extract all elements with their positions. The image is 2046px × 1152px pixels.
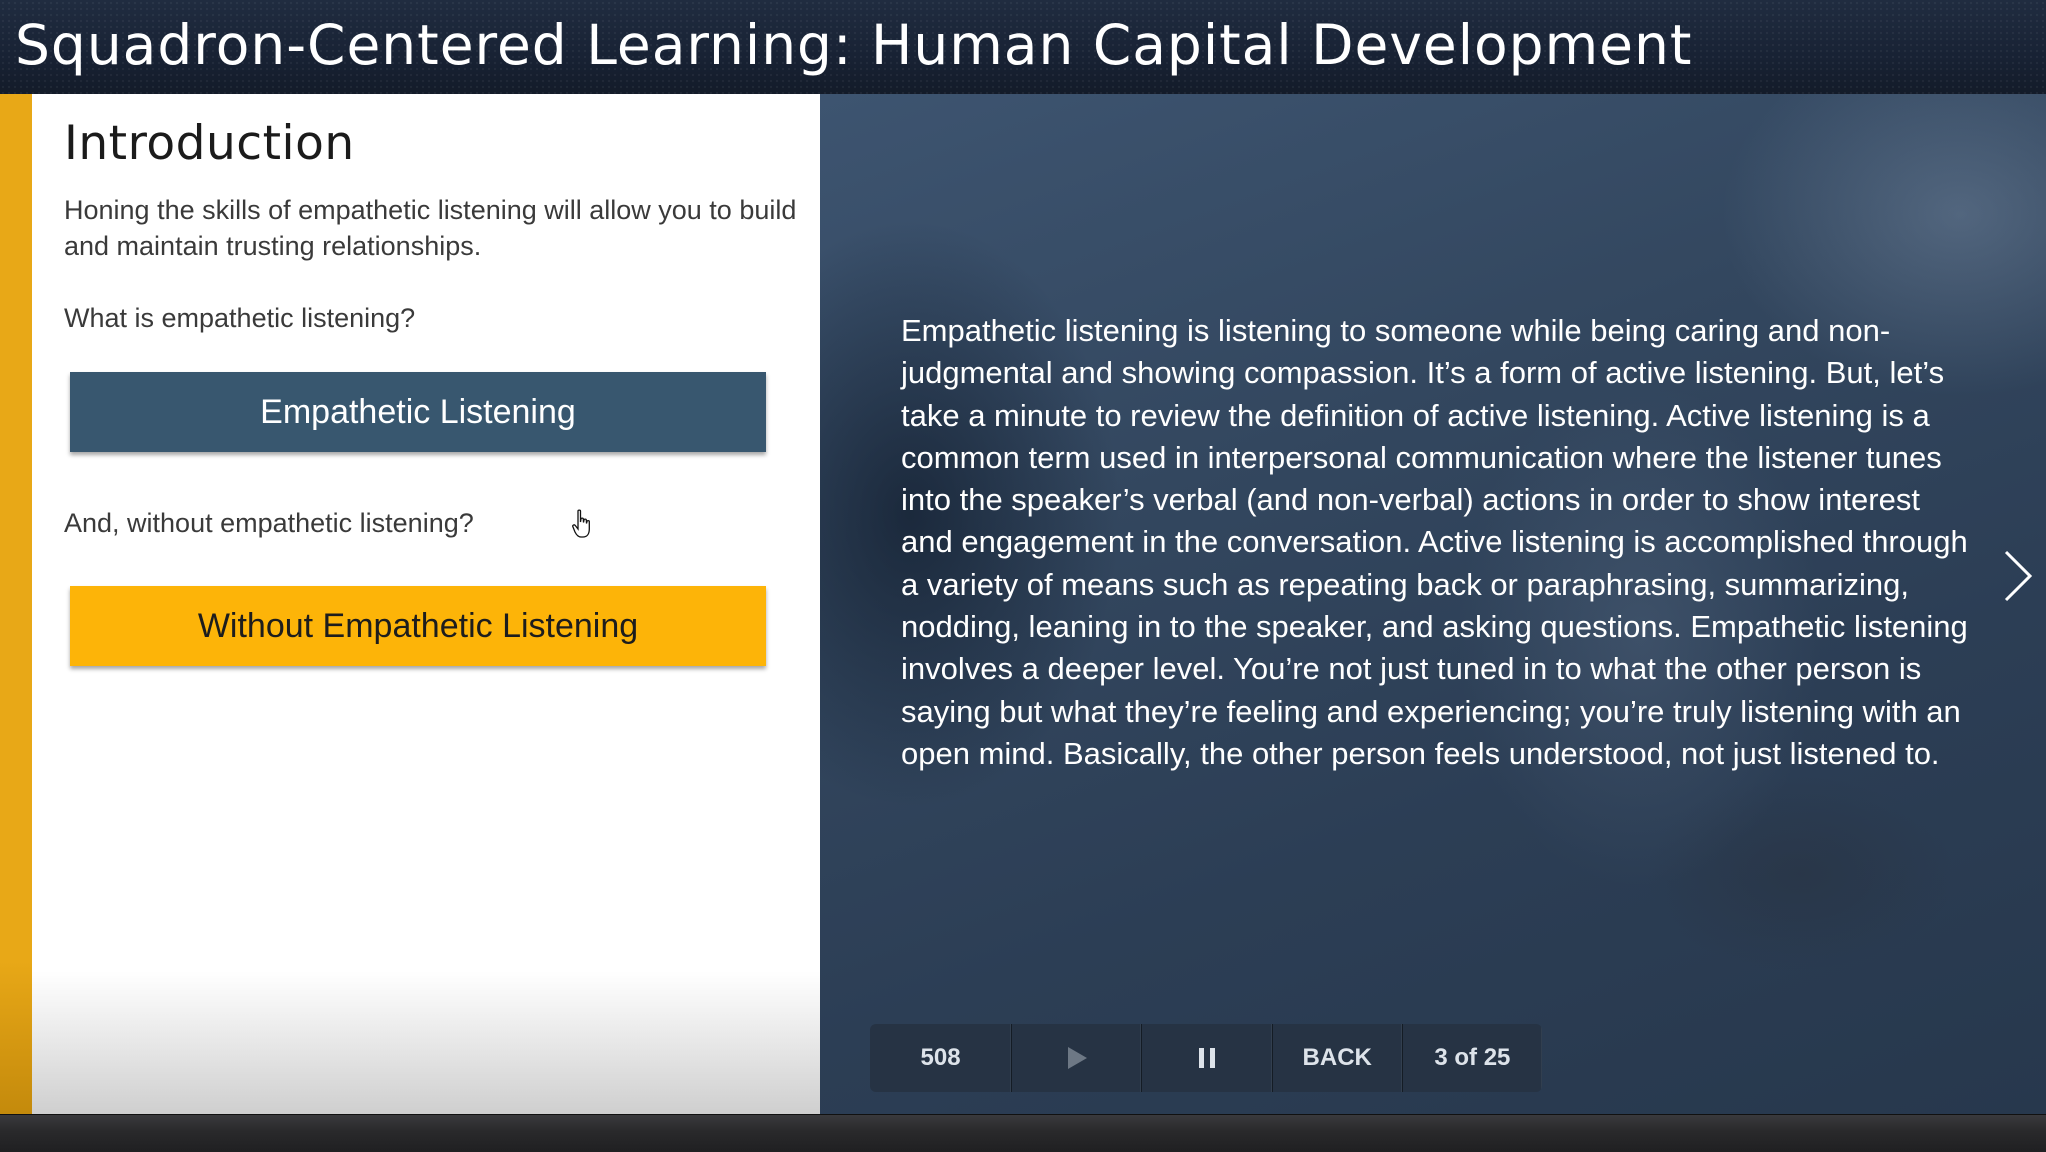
slide-counter: 508 <box>870 1024 1013 1092</box>
hand-pointer-icon <box>572 509 590 538</box>
chevron-right-icon[interactable] <box>1998 546 2038 606</box>
course-title: Squadron-Centered Learning: Human Capita… <box>15 13 1693 77</box>
definition-text: Empathetic listening is listening to som… <box>901 313 1968 771</box>
play-button[interactable] <box>1012 1024 1143 1092</box>
player-controls: 508 BACK 3 of 25 <box>870 1024 1542 1092</box>
question-what-is: What is empathetic listening? <box>64 303 416 333</box>
intro-text: Honing the skills of empathetic listenin… <box>64 195 797 261</box>
title-bar: Squadron-Centered Learning: Human Capita… <box>0 0 2046 95</box>
content-panel: Empathetic listening is listening to som… <box>820 94 2046 1114</box>
section-heading: Introduction <box>64 116 355 171</box>
question-without: And, without empathetic listening? <box>64 508 474 538</box>
bottom-bar <box>0 1114 2046 1152</box>
left-panel: Introduction Honing the skills of empath… <box>32 94 820 1114</box>
pause-icon <box>1198 1048 1215 1068</box>
without-empathetic-listening-button[interactable]: Without Empathetic Listening <box>70 586 766 666</box>
course-player: Squadron-Centered Learning: Human Capita… <box>0 0 2046 1152</box>
slide-progress: 3 of 25 <box>1403 1024 1542 1092</box>
play-icon <box>1067 1047 1087 1069</box>
accent-bar <box>0 94 32 1114</box>
pause-button[interactable] <box>1142 1024 1273 1092</box>
empathetic-listening-button[interactable]: Empathetic Listening <box>70 372 766 452</box>
back-button[interactable]: BACK <box>1273 1024 1403 1092</box>
